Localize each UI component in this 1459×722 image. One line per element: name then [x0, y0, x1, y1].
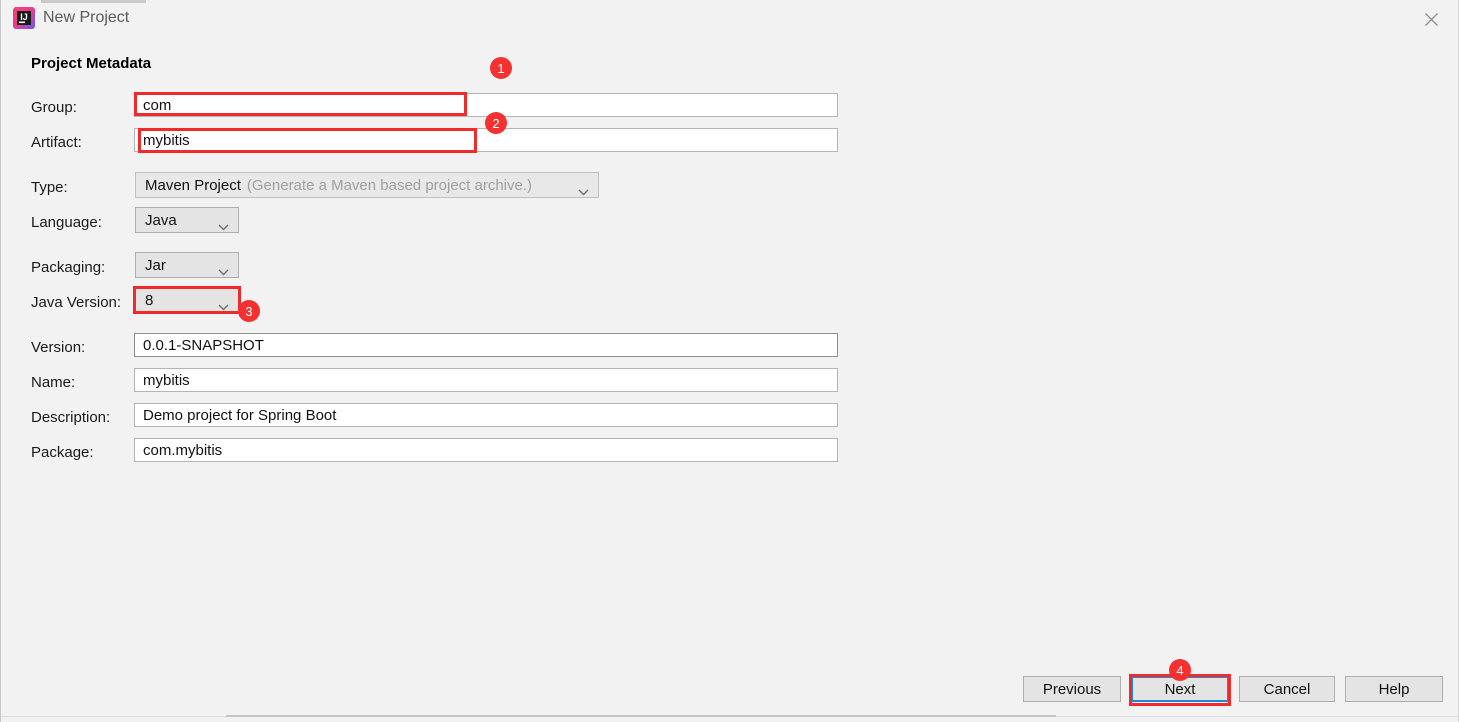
- artifact-field[interactable]: [134, 128, 838, 152]
- window-title: New Project: [43, 9, 130, 26]
- group-field[interactable]: [134, 93, 838, 117]
- language-combo-value: Java: [145, 211, 177, 229]
- close-icon[interactable]: [1408, 2, 1454, 36]
- label-type: Type:: [31, 179, 68, 196]
- dialog-button-bar: Previous Next Cancel Help: [1, 668, 1459, 706]
- new-project-dialog: IJ New Project Project Metadata Group: A…: [0, 0, 1459, 722]
- type-combo-value: Maven Project: [145, 176, 241, 194]
- cancel-button[interactable]: Cancel: [1239, 676, 1335, 702]
- description-field[interactable]: [134, 403, 838, 427]
- type-combo[interactable]: Maven Project (Generate a Maven based pr…: [135, 172, 599, 198]
- window-bottom-scroll-track: [226, 715, 1056, 717]
- name-field[interactable]: [134, 368, 838, 392]
- next-button[interactable]: Next: [1131, 676, 1229, 702]
- java-version-combo-value: 8: [145, 291, 154, 309]
- svg-text:IJ: IJ: [20, 12, 28, 22]
- chevron-down-icon: [218, 263, 229, 281]
- chevron-down-icon: [218, 298, 229, 316]
- label-name: Name:: [31, 374, 76, 391]
- intellij-idea-icon: IJ: [13, 7, 35, 29]
- title-bar: IJ New Project: [1, 0, 1459, 38]
- chevron-down-icon: [218, 218, 229, 236]
- form-content: Project Metadata Group: Artifact: Type: …: [1, 38, 1459, 668]
- label-artifact: Artifact:: [31, 134, 82, 151]
- language-combo[interactable]: Java: [135, 207, 239, 233]
- label-packaging: Packaging:: [31, 259, 106, 276]
- packaging-combo-value: Jar: [145, 256, 166, 274]
- label-package: Package:: [31, 444, 94, 461]
- package-field[interactable]: [134, 438, 838, 462]
- version-field[interactable]: [134, 333, 838, 357]
- label-language: Language:: [31, 214, 102, 231]
- chevron-down-icon: [578, 183, 589, 201]
- previous-button[interactable]: Previous: [1023, 676, 1121, 702]
- label-group: Group:: [31, 99, 77, 116]
- java-version-combo[interactable]: 8: [135, 287, 239, 313]
- type-combo-hint: (Generate a Maven based project archive.…: [246, 176, 533, 194]
- label-description: Description:: [31, 409, 111, 426]
- packaging-combo[interactable]: Jar: [135, 252, 239, 278]
- label-version: Version:: [31, 339, 86, 356]
- help-button[interactable]: Help: [1345, 676, 1443, 702]
- page-title: Project Metadata: [31, 55, 152, 72]
- label-java-version: Java Version:: [31, 294, 122, 311]
